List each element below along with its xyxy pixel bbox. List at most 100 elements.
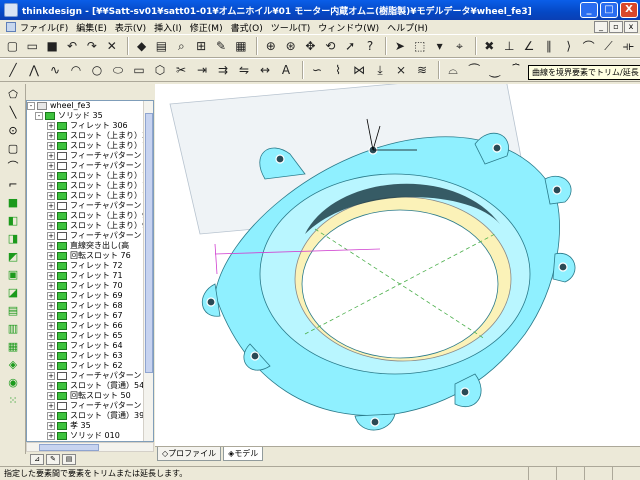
expand-toggle[interactable]: + [47,172,55,180]
layer-icon[interactable]: ▤ [153,37,170,55]
trim-icon[interactable]: ✂ [172,61,190,79]
tree-item[interactable]: + スロット（上まり）1: [27,141,153,151]
expand-toggle[interactable]: + [47,162,55,170]
mdi-restore-button[interactable]: ▫ [609,21,623,33]
mirror-icon[interactable]: ⇋ [235,61,253,79]
tree-item[interactable]: + スロット（上まり）3( [27,131,153,141]
expand-toggle[interactable]: + [47,132,55,140]
grid-icon[interactable]: ▦ [232,37,249,55]
tree-item[interactable]: + フィレット 66 [27,321,153,331]
collapse-toggle[interactable]: - [27,102,35,110]
maximize-button[interactable]: □ [600,2,618,18]
angle-icon[interactable]: ∠ [521,37,538,55]
tree-solid[interactable]: - ソリッド 35 [27,111,153,121]
fillet-solid-icon[interactable]: ▤ [4,302,22,318]
select-filter-icon[interactable]: ▾ [431,37,448,55]
model-viewport[interactable] [155,84,640,446]
sweep-icon[interactable]: ◨ [4,230,22,246]
undo-icon[interactable]: ↶ [64,37,81,55]
ellipse-icon[interactable]: ⬭ [109,61,127,79]
tree-item[interactable]: + フィレット 67 [27,311,153,321]
tree-item[interactable]: + フィーチャパターン 8 [27,231,153,241]
chamfer-icon[interactable]: ⟋ [600,37,617,55]
scroll-thumb[interactable] [39,444,99,451]
arc-tool-icon[interactable]: ⌒ [4,158,22,174]
tree-tab-edit-icon[interactable]: ✎ [46,453,60,465]
cut-extrude-icon[interactable]: ▣ [4,266,22,282]
expand-toggle[interactable]: + [47,192,55,200]
zoom-icon[interactable]: ⌕ [173,37,190,55]
mdi-close-button[interactable]: x [624,21,638,33]
expand-toggle[interactable]: + [47,292,55,300]
tree-item[interactable]: + フィーチャパターン 5 [27,371,153,381]
parallel-icon[interactable]: ∥ [540,37,557,55]
minimize-button[interactable]: _ [580,2,598,18]
expand-toggle[interactable]: + [47,272,55,280]
polyline-icon[interactable]: ⋀ [25,61,43,79]
tree-item[interactable]: + スロット（上まり）1( [27,191,153,201]
expand-toggle[interactable]: + [47,382,55,390]
polygon-icon[interactable]: ⬡ [151,61,169,79]
offset-icon[interactable]: ⇉ [214,61,232,79]
expand-toggle[interactable]: + [47,352,55,360]
expand-toggle[interactable]: + [47,202,55,210]
help-icon[interactable]: ? [362,37,379,55]
view-direction-icon[interactable]: ➚ [342,37,359,55]
join-icon[interactable]: ⋈ [350,61,368,79]
tree-item[interactable]: + 回転スロット 50 [27,391,153,401]
new-file-icon[interactable]: ▢ [4,37,21,55]
menu-view[interactable]: 表示(V) [115,21,146,34]
scroll-thumb[interactable] [145,113,153,373]
view-orbit-icon[interactable]: ⊛ [282,37,299,55]
tree-item[interactable]: + フィレット 64 [27,341,153,351]
tree-root[interactable]: - wheel_fe3 [27,101,153,111]
project-icon[interactable]: ⤓ [371,61,389,79]
delete-icon[interactable]: ✕ [103,37,120,55]
open-folder-icon[interactable]: ▭ [24,37,41,55]
tangent-icon[interactable]: ⟩ [560,37,577,55]
pick-point-icon[interactable]: ⌖ [451,37,468,55]
tree-item[interactable]: + フィレット 306 [27,121,153,131]
expand-toggle[interactable]: + [47,242,55,250]
circle-tool-icon[interactable]: ⊙ [4,122,22,138]
tree-tab-features-icon[interactable]: ⊿ [30,453,44,465]
draft-icon[interactable]: ◈ [4,356,22,372]
expand-toggle[interactable]: + [47,332,55,340]
pattern-icon[interactable]: ⁙ [4,392,22,408]
tree-item[interactable]: + フィレット 62 [27,361,153,371]
break-icon[interactable]: ⌇ [329,61,347,79]
tree-item[interactable]: + スロット（上まり）1 [27,181,153,191]
rectangle-icon[interactable]: ▭ [130,61,148,79]
expand-toggle[interactable]: + [47,392,55,400]
expand-toggle[interactable]: + [47,232,55,240]
tree-tab-layers-icon[interactable]: ▤ [62,453,76,465]
shell-icon[interactable]: ▦ [4,338,22,354]
tree-item[interactable]: + 孝 35 [27,421,153,431]
expand-toggle[interactable]: + [47,312,55,320]
tree-item[interactable]: + 回転スロット 76 [27,251,153,261]
curve-edit-icon[interactable]: ∽ [308,61,326,79]
menu-tools[interactable]: ツール(T) [271,21,311,34]
cross-icon[interactable]: ✖ [481,37,498,55]
expand-toggle[interactable]: + [47,342,55,350]
save-icon[interactable]: ■ [44,37,61,55]
surface-blend-icon[interactable]: ⏞ [507,61,525,79]
tree-item[interactable]: + フィレット 72 [27,261,153,271]
menu-help[interactable]: ヘルプ(H) [387,21,428,34]
collapse-toggle[interactable]: - [35,112,43,120]
tree-item[interactable]: + フィレット 69 [27,291,153,301]
mdi-minimize-button[interactable]: _ [594,21,608,33]
solid-cube-icon[interactable]: ◆ [133,37,150,55]
fillet-icon[interactable]: ⌒ [580,37,597,55]
rectangle-tool-icon[interactable]: ▢ [4,140,22,156]
tree-item[interactable]: + フィーチャパターン 4 [27,401,153,411]
expand-toggle[interactable]: + [47,252,55,260]
tree-item[interactable]: + スロット（貫通）39 [27,411,153,421]
tree-item[interactable]: + フィレット 70 [27,281,153,291]
expand-toggle[interactable]: + [47,212,55,220]
menu-window[interactable]: ウィンドウ(W) [318,21,379,34]
surface-loft-icon[interactable]: ⏝ [486,61,504,79]
tree-item[interactable]: + フィレット 63 [27,351,153,361]
tree-horizontal-scrollbar[interactable] [26,442,154,452]
menu-file[interactable]: ファイル(F) [20,21,68,34]
